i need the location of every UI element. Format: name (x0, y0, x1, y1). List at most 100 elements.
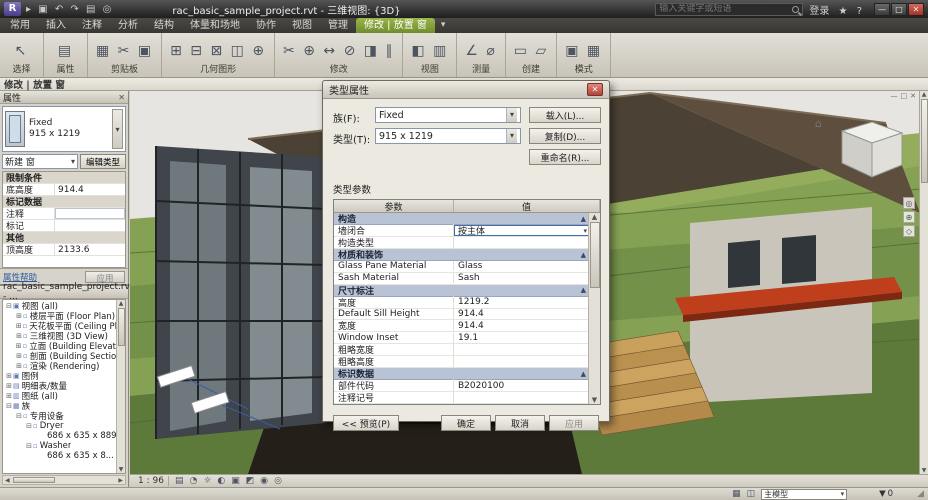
tree-expander-icon[interactable]: ⊞ (5, 382, 13, 390)
scroll-up-icon[interactable]: ▲ (922, 91, 927, 98)
ribbon-group[interactable]: ∠ ⌀ 测量 (457, 33, 506, 77)
param-value[interactable]: 914.4 (454, 309, 590, 320)
login-label[interactable]: 登录 (809, 6, 829, 17)
ribbon-group[interactable]: ✂ ⊕ ↔ ⊘ ◨ ∥ 修改 (275, 33, 404, 77)
reveal-hidden-icon[interactable]: ◎ (274, 476, 282, 486)
scroll-down-icon[interactable]: ▼ (119, 466, 124, 473)
ribbon-minimize-icon[interactable]: ▾ (441, 18, 446, 33)
search-input[interactable] (659, 4, 790, 14)
scroll-down-icon[interactable]: ▼ (922, 467, 927, 474)
param-value[interactable] (454, 392, 590, 403)
tree-vertical-scrollbar[interactable]: ▲ ▼ (116, 300, 125, 473)
ribbon-tab[interactable]: 插入 (38, 18, 74, 33)
rewind-icon[interactable]: ◇ (903, 225, 915, 237)
scroll-right-icon[interactable]: ▶ (116, 477, 125, 484)
maximize-icon[interactable]: □ (891, 2, 907, 16)
param-value-text[interactable]: Sash (458, 273, 480, 283)
search-icon[interactable] (792, 5, 800, 13)
close-icon[interactable]: ✕ (118, 93, 125, 102)
type-selector[interactable]: Fixed 915 x 1219 ▾ (2, 106, 126, 152)
shadows-icon[interactable]: ◐ (217, 476, 225, 486)
design-option-select[interactable]: 主模型 ▾ (761, 488, 848, 500)
ribbon-group-label[interactable]: 测量 (465, 65, 496, 76)
ribbon-tab[interactable]: 注释 (74, 18, 110, 33)
view-close-icon[interactable]: ✕ (910, 92, 916, 100)
redo-icon[interactable]: ↷ (70, 4, 78, 15)
properties-title-bar[interactable]: 属性 ✕ (0, 91, 128, 104)
type-param-row[interactable]: 注释记号 (334, 391, 590, 404)
new-element-combo[interactable]: 新建 窗 ▾ (2, 154, 78, 169)
ribbon-tab[interactable]: 结构 (146, 18, 182, 33)
type-param-row[interactable]: 高度 1219.2 (334, 295, 590, 309)
minimize-icon[interactable]: — (874, 2, 890, 16)
tree-expander-icon[interactable]: ⊞ (15, 332, 23, 340)
param-value[interactable] (454, 344, 590, 355)
param-value-text[interactable]: 19.1 (458, 333, 478, 343)
filter-icon[interactable]: ▼ (879, 489, 886, 499)
properties-help-link[interactable]: 属性帮助 (3, 271, 37, 283)
ribbon-group[interactable]: ⊞ ⊟ ⊠ ◫ ⊕ 几何图形 (162, 33, 276, 77)
ribbon-tab[interactable]: 分析 (110, 18, 146, 33)
ribbon-group-label[interactable]: 剪贴板 (96, 65, 153, 76)
selection-filter[interactable]: ▼ 0 (879, 489, 893, 499)
tree-item[interactable]: ⊟ ▫ Washer (3, 441, 125, 451)
ribbon-group[interactable]: ▤ 属性 (44, 33, 88, 77)
view-restore-icon[interactable]: □ (901, 92, 908, 100)
open-icon[interactable]: ▸ (26, 4, 31, 15)
tree-item[interactable]: ⊟ ▫ Dryer (3, 421, 125, 431)
tree-expander-icon[interactable]: ⊞ (15, 312, 23, 320)
tree-expander-icon[interactable]: ⊟ (5, 402, 13, 410)
ribbon-group-label[interactable]: 选择 (8, 65, 35, 76)
cancel-button[interactable]: 取消 (495, 415, 545, 431)
design-options-icon[interactable]: ◫ (747, 489, 756, 499)
type-combo[interactable]: 915 x 1219 ▾ (375, 128, 521, 144)
tree-item[interactable]: ⊟ ▫ 专用设备 (3, 411, 125, 422)
visual-style-icon[interactable]: ◔ (189, 476, 197, 486)
help-icon[interactable]: ? (857, 6, 862, 17)
crop-view-icon[interactable]: ▣ (231, 476, 240, 486)
scrollbar-thumb[interactable] (589, 222, 600, 288)
param-value-text[interactable]: 914.4 (458, 321, 484, 331)
param-value[interactable]: 914.4 (454, 320, 590, 331)
tree-item[interactable]: 686 x 635 x 889 (3, 431, 125, 441)
worksets-icon[interactable]: ▦ (732, 489, 741, 499)
ribbon-tab[interactable]: 常用 (2, 18, 38, 33)
apply-button[interactable]: 应用 (85, 270, 125, 284)
param-value[interactable]: Glass (454, 261, 590, 272)
tree-expander-icon[interactable]: ⊟ (5, 302, 13, 310)
tree-expander-icon[interactable]: ⊞ (5, 392, 13, 400)
param-value[interactable]: 按主体 (454, 225, 590, 236)
scroll-up-icon[interactable]: ▲ (592, 213, 597, 221)
close-icon[interactable]: ✕ (908, 2, 924, 16)
ribbon-group-icons[interactable]: ▣ ▦ (565, 36, 602, 65)
tree-item[interactable]: 686 x 635 x 8... (3, 451, 125, 461)
ribbon-tab[interactable]: 视图 (284, 18, 320, 33)
scrollbar-thumb[interactable] (920, 99, 928, 183)
type-param-row[interactable]: Glass Pane Material Glass (334, 261, 590, 273)
ribbon-group[interactable]: ↖ 选择 (0, 33, 44, 77)
ribbon-group-label[interactable]: 视图 (411, 65, 448, 76)
rename-button[interactable]: 重命名(R)... (529, 149, 601, 165)
ribbon-group-icons[interactable]: ✂ ⊕ ↔ ⊘ ◨ ∥ (283, 36, 394, 65)
param-value-text[interactable]: 1219.2 (458, 297, 490, 307)
ribbon-group-label[interactable]: 修改 (283, 65, 394, 76)
view-minimize-icon[interactable]: — (891, 92, 898, 100)
ribbon-tab[interactable]: 管理 (320, 18, 356, 33)
ribbon-tab[interactable]: 修改 | 放置 窗 (356, 18, 435, 33)
viewcube-home-icon[interactable]: ⌂ (815, 117, 822, 130)
property-value[interactable]: 2133.6 (55, 245, 125, 255)
property-value[interactable]: 914.4 (55, 185, 125, 195)
ribbon-group-label[interactable]: 几何图形 (170, 65, 266, 76)
param-value[interactable]: 1219.2 (454, 297, 590, 308)
steering-wheel-icon[interactable]: ◎ (903, 197, 915, 209)
tree-horizontal-scrollbar[interactable]: ◀ ▶ (2, 475, 126, 485)
close-icon[interactable]: ✕ (587, 83, 603, 96)
tree-expander-icon[interactable]: ⊞ (15, 352, 23, 360)
duplicate-button[interactable]: 复制(D)... (529, 128, 601, 144)
param-value-text[interactable]: 914.4 (458, 309, 484, 319)
ribbon-group-label[interactable]: 属性 (52, 65, 79, 76)
property-value[interactable] (55, 208, 125, 219)
load-button[interactable]: 载入(L)... (529, 107, 601, 123)
print-icon[interactable]: ▤ (86, 4, 95, 15)
project-browser-title-bar[interactable]: rac_basic_sample_project.rvt - ... ✕ (0, 282, 140, 302)
